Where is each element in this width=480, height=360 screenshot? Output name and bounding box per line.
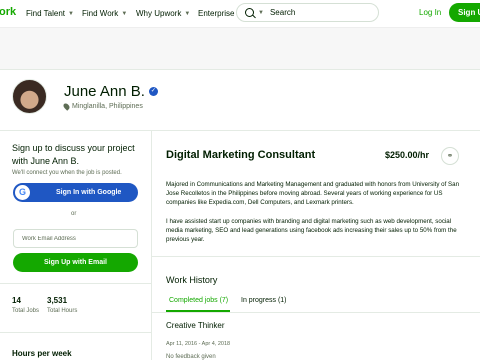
job-history-feedback: No feedback given bbox=[166, 354, 216, 360]
nav-find-talent[interactable]: Find Talent ▼ bbox=[26, 9, 74, 18]
nav-enterprise-label: Enterprise bbox=[198, 9, 235, 18]
chevron-down-icon: ▼ bbox=[121, 10, 128, 17]
location-pin-icon bbox=[62, 102, 71, 111]
divider bbox=[152, 312, 480, 313]
profile-location: Minglanilla, Philippines bbox=[62, 102, 143, 111]
stat-total-hours-label: Total Hours bbox=[47, 308, 78, 314]
email-signup-button[interactable]: Sign Up with Email bbox=[13, 253, 138, 272]
divider bbox=[0, 130, 480, 131]
job-title: Digital Marketing Consultant bbox=[166, 149, 316, 161]
stat-total-hours-value: 3,531 bbox=[47, 296, 68, 305]
search-icon bbox=[245, 8, 254, 17]
profile-overview-paragraph: I have assisted start up companies with … bbox=[166, 218, 457, 243]
google-signin-label: Sign In with Google bbox=[56, 189, 122, 196]
top-nav: ork Find Talent ▼ Find Work ▼ Why Upwork… bbox=[0, 0, 480, 27]
nav-why-upwork-label: Why Upwork bbox=[136, 9, 182, 18]
login-link[interactable]: Log In bbox=[419, 8, 441, 17]
page-background-band bbox=[0, 27, 480, 69]
copy-link-button[interactable]: ⚭ bbox=[441, 147, 459, 165]
avatar bbox=[12, 79, 47, 114]
divider bbox=[0, 283, 151, 284]
nav-find-talent-label: Find Talent bbox=[26, 9, 65, 18]
nav-why-upwork[interactable]: Why Upwork ▼ bbox=[136, 9, 190, 18]
job-history-client[interactable]: Creative Thinker bbox=[166, 321, 225, 330]
hourly-rate: $250.00/hr bbox=[385, 150, 430, 160]
chevron-down-icon: ▼ bbox=[68, 10, 74, 17]
verified-badge-icon: ✓ bbox=[148, 87, 158, 96]
job-history-dates: Apr 11, 2016 - Apr 4, 2018 bbox=[166, 341, 231, 347]
profile-name-text: June Ann B. bbox=[64, 83, 145, 100]
divider bbox=[151, 130, 152, 360]
nav-find-work[interactable]: Find Work ▼ bbox=[82, 9, 127, 18]
search-bar[interactable]: ▼ bbox=[236, 3, 379, 22]
chevron-down-icon[interactable]: ▼ bbox=[258, 10, 264, 16]
signup-panel-title: Sign up to discuss your project with Jun… bbox=[12, 143, 135, 166]
profile-location-text: Minglanilla, Philippines bbox=[72, 103, 143, 110]
signup-button[interactable]: Sign Up bbox=[449, 3, 480, 22]
search-input[interactable] bbox=[269, 8, 370, 17]
tab-completed-jobs[interactable]: Completed jobs (7) bbox=[169, 297, 228, 304]
divider bbox=[152, 256, 480, 257]
signup-panel-subtitle: We'll connect you when the job is posted… bbox=[12, 170, 122, 176]
email-field[interactable] bbox=[13, 229, 138, 248]
google-signin-button[interactable]: G Sign In with Google bbox=[13, 183, 138, 202]
google-icon: G bbox=[15, 185, 30, 200]
work-history-title: Work History bbox=[166, 275, 218, 285]
link-icon: ⚭ bbox=[446, 151, 454, 160]
tab-in-progress[interactable]: In progress (1) bbox=[241, 297, 287, 304]
nav-find-work-label: Find Work bbox=[82, 9, 119, 18]
chevron-down-icon: ▼ bbox=[184, 10, 191, 17]
nav-enterprise[interactable]: Enterprise bbox=[198, 9, 234, 18]
stat-total-jobs-label: Total Jobs bbox=[12, 308, 40, 314]
divider bbox=[0, 332, 151, 333]
profile-name: June Ann B. ✓ bbox=[64, 83, 158, 100]
profile-overview-paragraph: Majored in Communications and Marketing … bbox=[166, 181, 460, 206]
upwork-logo[interactable]: ork bbox=[0, 6, 16, 18]
or-separator: or bbox=[71, 211, 77, 217]
stat-total-jobs-value: 14 bbox=[12, 296, 21, 305]
hours-per-week-heading: Hours per week bbox=[12, 349, 72, 358]
